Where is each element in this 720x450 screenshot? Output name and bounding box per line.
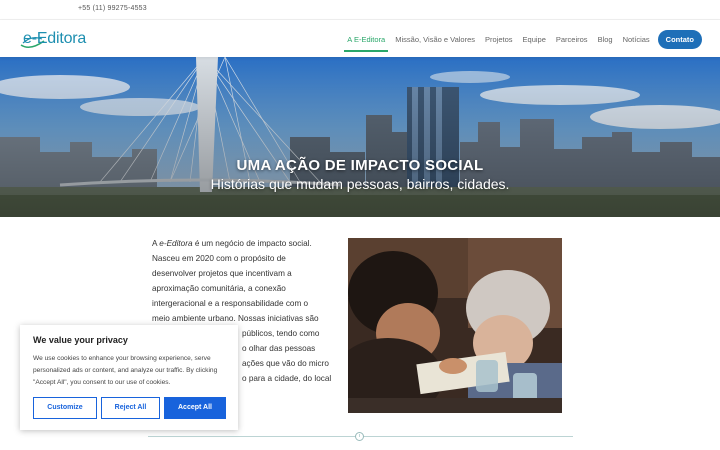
hero-banner: UMA AÇÃO DE IMPACTO SOCIAL Histórias que… [0,57,720,217]
intro-prefix: A [152,239,158,248]
nav-item-blog[interactable]: Blog [598,31,613,48]
nav-item-projetos[interactable]: Projetos [485,31,513,48]
divider-circle-icon: ı [355,432,364,441]
logo-text: e-Editora [23,30,87,47]
cookie-text: We use cookies to enhance your browsing … [33,355,218,386]
accept-all-button[interactable]: Accept All [164,397,226,419]
main-navbar: e-Editora A E-Editora Missão, Visão e Va… [0,20,720,57]
main-nav: A E-Editora Missão, Visão e Valores Proj… [337,30,702,52]
cookie-title: We value your privacy [33,335,128,345]
intro-line: meio ambiente urbano. Nossas iniciativas… [152,314,319,323]
customize-button[interactable]: Customize [33,397,97,419]
nav-item-equipe[interactable]: Equipe [523,31,546,48]
hero-subtitle: Histórias que mudam pessoas, bairros, ci… [210,176,510,192]
intro-line: aproximação comunitária, a conexão [152,284,286,293]
site-logo[interactable]: e-Editora [20,29,86,49]
contact-button[interactable]: Contato [657,30,702,49]
intro-line: é um negócio de impacto social. [194,239,312,248]
nav-item-a-e-editora[interactable]: A E-Editora [344,31,389,52]
hero-title: UMA AÇÃO DE IMPACTO SOCIAL [236,157,484,174]
intro-line: intergeracional e a responsabilidade com… [152,299,309,308]
intro-brand: e-Editora [159,239,193,248]
intergenerational-photo [348,238,562,413]
nav-item-parceiros[interactable]: Parceiros [556,31,588,48]
top-bar: +55 (11) 99275-4553 [0,0,720,20]
nav-item-missao[interactable]: Missão, Visão e Valores [395,31,475,48]
people-drawing-photo [348,238,562,413]
phone-number[interactable]: +55 (11) 99275-4553 [78,5,147,12]
city-skyline-image [0,57,720,217]
cookie-consent-banner: We value your privacy We use cookies to … [20,325,238,430]
intro-line: desenvolver projetos que incentivam a [152,269,292,278]
nav-item-noticias[interactable]: Notícias [623,31,650,48]
intro-line: Nasceu em 2020 com o propósito de [152,254,286,263]
reject-all-button[interactable]: Reject All [101,397,160,419]
